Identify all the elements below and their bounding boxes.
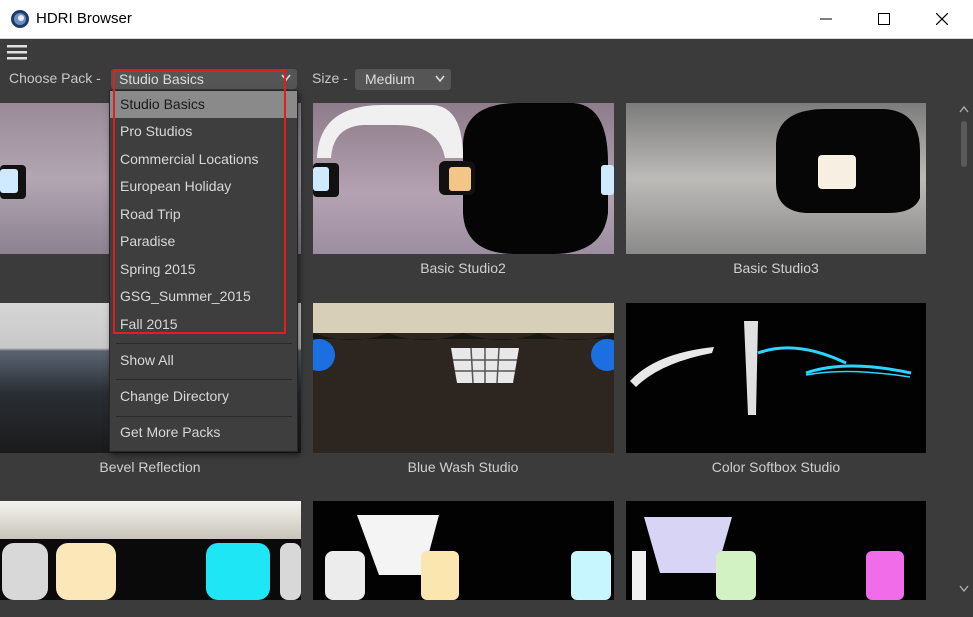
dropdown-item-fall-2015[interactable]: Fall 2015 bbox=[110, 311, 297, 338]
dropdown-separator bbox=[116, 379, 292, 380]
cinema4d-app-icon bbox=[11, 10, 29, 28]
close-button[interactable] bbox=[913, 0, 971, 38]
size-select[interactable]: Medium bbox=[355, 69, 451, 90]
hdri-caption: Color Softbox Studio bbox=[711, 459, 841, 475]
choose-pack-label: Choose Pack - bbox=[9, 70, 101, 86]
window-title: HDRI Browser bbox=[36, 10, 132, 27]
dropdown-item-paradise[interactable]: Paradise bbox=[110, 228, 297, 255]
dropdown-item-pro-studios[interactable]: Pro Studios bbox=[110, 118, 297, 145]
scroll-thumb[interactable] bbox=[961, 121, 967, 167]
size-label: Size - bbox=[312, 70, 348, 86]
pack-dropdown-menu: Studio Basics Pro Studios Commercial Loc… bbox=[109, 90, 298, 452]
bottom-bar bbox=[0, 600, 973, 617]
dropdown-item-commercial-locations[interactable]: Commercial Locations bbox=[110, 146, 297, 173]
hdri-caption: Blue Wash Studio bbox=[407, 459, 519, 475]
hdri-thumbnail[interactable] bbox=[313, 103, 614, 254]
chevron-down-icon bbox=[435, 75, 445, 83]
hamburger-menu-icon[interactable] bbox=[7, 43, 27, 61]
pack-select-value: Studio Basics bbox=[119, 71, 204, 87]
scroll-up-icon[interactable] bbox=[959, 105, 969, 113]
title-bar: HDRI Browser bbox=[0, 0, 973, 39]
dropdown-item-change-directory[interactable]: Change Directory bbox=[110, 383, 297, 410]
hdri-caption: Basic Studio3 bbox=[733, 260, 819, 276]
hdri-caption: Basic Studio2 bbox=[420, 260, 506, 276]
scroll-down-icon[interactable] bbox=[959, 585, 969, 593]
dropdown-item-european-holiday[interactable]: European Holiday bbox=[110, 173, 297, 200]
maximize-button[interactable] bbox=[855, 0, 913, 38]
dropdown-item-studio-basics[interactable]: Studio Basics bbox=[110, 91, 297, 118]
hdri-thumbnail[interactable] bbox=[626, 501, 926, 600]
hdri-thumbnail[interactable] bbox=[0, 501, 301, 600]
chevron-down-icon bbox=[281, 74, 291, 82]
hdri-thumbnail[interactable] bbox=[313, 501, 614, 600]
dropdown-item-road-trip[interactable]: Road Trip bbox=[110, 201, 297, 228]
hdri-thumbnail[interactable] bbox=[313, 303, 614, 453]
minimize-icon bbox=[820, 18, 832, 20]
hdri-thumbnail[interactable] bbox=[626, 303, 926, 453]
pack-select[interactable]: Studio Basics bbox=[111, 69, 297, 89]
dropdown-item-gsg-summer-2015[interactable]: GSG_Summer_2015 bbox=[110, 283, 297, 310]
hdri-caption: Bevel Reflection bbox=[99, 459, 201, 475]
size-select-value: Medium bbox=[365, 71, 415, 87]
close-icon bbox=[936, 13, 948, 25]
dropdown-item-show-all[interactable]: Show All bbox=[110, 347, 297, 374]
maximize-icon bbox=[878, 13, 890, 25]
hdri-thumbnail[interactable] bbox=[626, 103, 926, 254]
dropdown-separator bbox=[116, 416, 292, 417]
minimize-button[interactable] bbox=[797, 0, 855, 38]
dropdown-separator bbox=[116, 343, 292, 344]
dropdown-item-get-more-packs[interactable]: Get More Packs bbox=[110, 419, 297, 446]
dropdown-item-spring-2015[interactable]: Spring 2015 bbox=[110, 256, 297, 283]
vertical-scrollbar[interactable] bbox=[955, 103, 973, 600]
